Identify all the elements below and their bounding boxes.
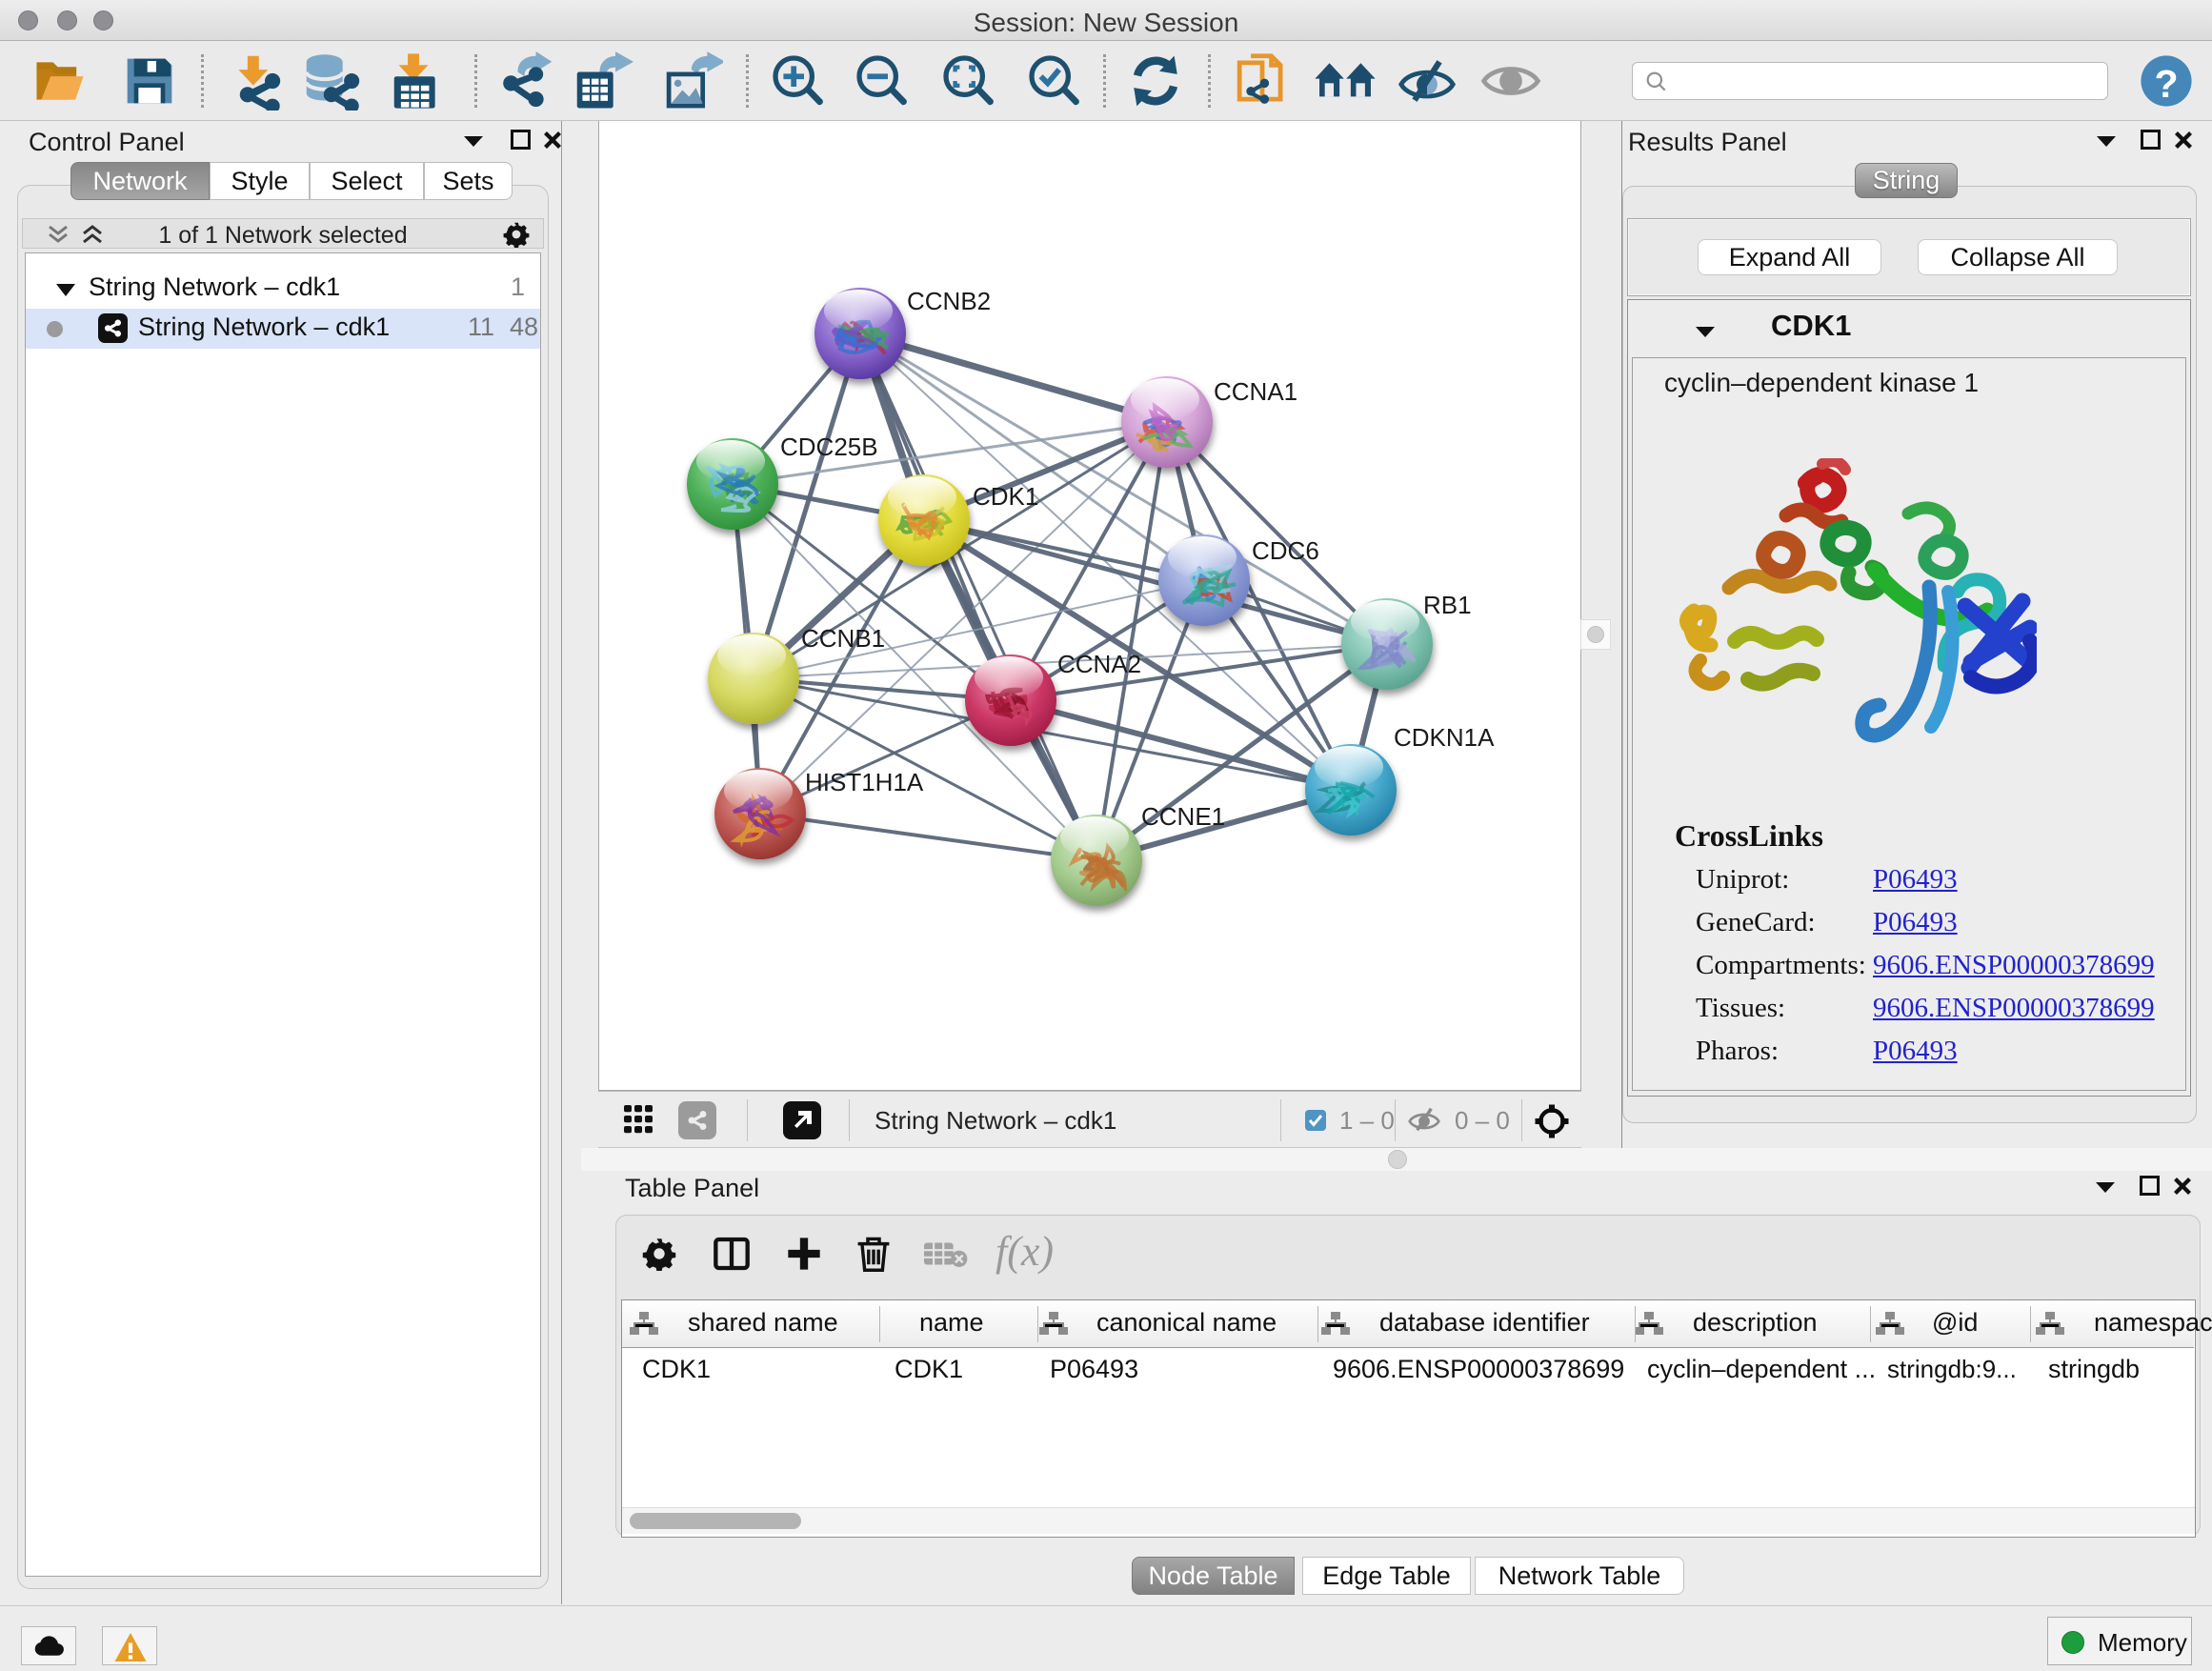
svg-text:HIST1H1A: HIST1H1A bbox=[805, 768, 924, 796]
svg-text:CCNB2: CCNB2 bbox=[907, 287, 991, 315]
svg-text:CCNA1: CCNA1 bbox=[1214, 377, 1297, 406]
svg-text:?: ? bbox=[2154, 61, 2178, 105]
svg-text:CCNA2: CCNA2 bbox=[1057, 650, 1141, 678]
svg-text:CDC25B: CDC25B bbox=[780, 433, 878, 461]
svg-text:CDK1: CDK1 bbox=[973, 482, 1038, 511]
svg-text:CCNB1: CCNB1 bbox=[801, 624, 885, 653]
svg-text:CCNE1: CCNE1 bbox=[1141, 802, 1225, 831]
svg-text:CDC6: CDC6 bbox=[1252, 536, 1319, 565]
svg-text:RB1: RB1 bbox=[1423, 591, 1472, 619]
svg-text:CDKN1A: CDKN1A bbox=[1394, 723, 1495, 752]
